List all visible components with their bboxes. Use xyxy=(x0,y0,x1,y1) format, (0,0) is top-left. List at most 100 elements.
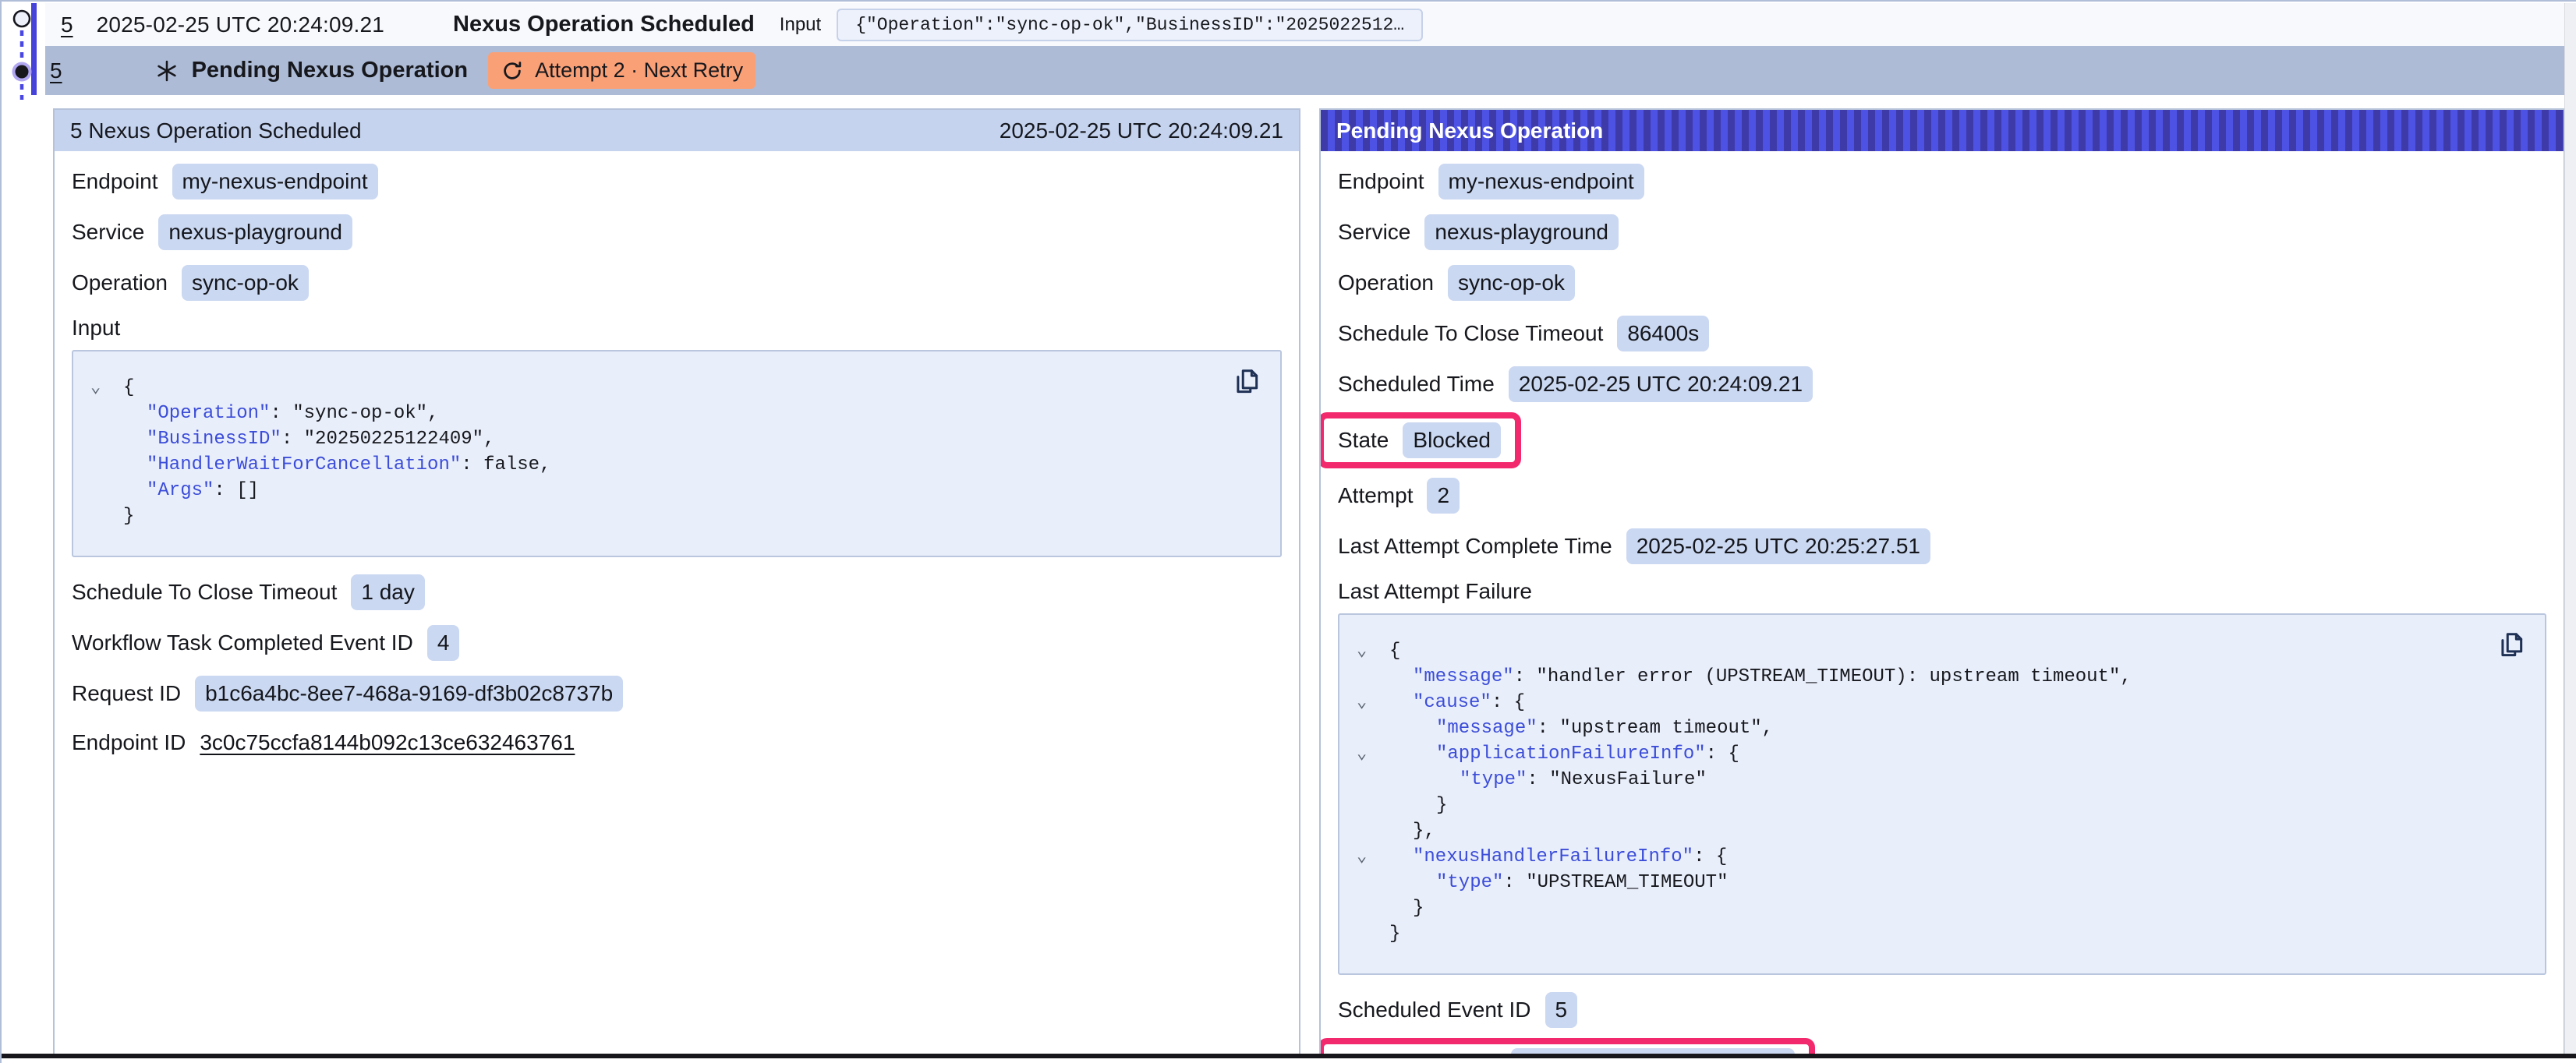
state-label: State xyxy=(1338,428,1389,453)
json-key: "type" xyxy=(1436,872,1503,893)
json-text: : [] xyxy=(214,480,259,501)
timeline-current-event-dot xyxy=(16,65,29,79)
json-key: "BusinessID" xyxy=(147,429,281,450)
last-attempt-complete-time-row: Last Attempt Complete Time2025-02-25 UTC… xyxy=(1338,528,1930,564)
scheduled-event-id-label: Scheduled Event ID xyxy=(1338,998,1531,1022)
workflow-task-completed-event-id-label: Workflow Task Completed Event ID xyxy=(72,630,413,655)
schedule-to-close-timeout-value: 86400s xyxy=(1617,316,1709,351)
code-line: "Operation": "sync-op-ok", xyxy=(73,401,1257,426)
json-key: "cause" xyxy=(1413,692,1491,713)
json-text: : { xyxy=(1706,743,1739,765)
schedule-to-close-timeout-row: Schedule To Close Timeout 86400s xyxy=(1338,316,1709,351)
json-key: "applicationFailureInfo" xyxy=(1436,743,1706,765)
event-id-link[interactable]: 5 xyxy=(61,12,73,37)
code-line: ⌄{ xyxy=(73,375,1257,401)
temporal-event-history-view: 5 2025-02-25 UTC 20:24:09.21 Nexus Opera… xyxy=(0,0,2576,1063)
scheduled-event-id-row: Scheduled Event ID 5 xyxy=(1338,992,1577,1028)
last-attempt-complete-time-value: 2025-02-25 UTC 20:25:27.51 xyxy=(1626,528,1930,564)
code-line: ⌄{ xyxy=(1339,638,2521,664)
json-text: : "sync-op-ok", xyxy=(270,403,438,424)
json-text: : "handler error (UPSTREAM_TIMEOUT): ups… xyxy=(1514,666,2132,687)
json-key: "HandlerWaitForCancellation" xyxy=(147,454,461,475)
json-text: : { xyxy=(1693,846,1727,867)
panel-body: Endpointmy-nexus-endpoint Service nexus-pl… xyxy=(55,151,1299,759)
last-attempt-failure-label: Last Attempt Failure xyxy=(1338,579,2546,604)
scheduled-time-row: Scheduled Time2025-02-25 UTC 20:24:09.21 xyxy=(1338,366,1813,402)
timeline-gutter xyxy=(2,2,45,157)
endpoint-id-label: Endpoint ID xyxy=(72,730,186,755)
input-label: Input xyxy=(72,316,1282,341)
timeline-active-bar xyxy=(31,3,37,95)
event-timestamp: 2025-02-25 UTC 20:24:09.21 xyxy=(97,12,384,37)
endpoint-id-value[interactable]: 3c0c75ccfa8144b092c13ce632463761 xyxy=(200,730,575,755)
collapse-chevron-icon[interactable]: ⌄ xyxy=(1357,741,1367,767)
operation-label: Operation xyxy=(72,270,168,295)
service-value: nexus-playground xyxy=(1424,214,1619,250)
window-bottom-edge xyxy=(2,1054,2576,1058)
request-id-label: Request ID xyxy=(72,681,181,706)
code-line: } xyxy=(1339,895,2521,921)
code-line: "BusinessID": "20250225122409", xyxy=(73,426,1257,452)
json-text: : "NexusFailure" xyxy=(1527,769,1706,790)
operation-value: sync-op-ok xyxy=(1448,265,1575,301)
service-value: nexus-playground xyxy=(158,214,352,250)
service-label: Service xyxy=(72,220,144,245)
json-text: } xyxy=(1389,924,1400,945)
operation-row: Operationsync-op-ok xyxy=(72,265,309,301)
json-text: { xyxy=(1389,641,1400,662)
failure-code-block: ⌄{"message": "handler error (UPSTREAM_TI… xyxy=(1338,613,2546,975)
code-line: "message": "handler error (UPSTREAM_TIME… xyxy=(1339,664,2521,690)
code-line: "type": "NexusFailure" xyxy=(1339,767,2521,793)
blocked-reason-row-highlighted: Blocked ReasonThe circuit breaker is ope… xyxy=(1319,1038,1815,1055)
request-id-value: b1c6a4bc-8ee7-468a-9169-df3b02c8737b xyxy=(195,676,623,712)
json-text: } xyxy=(123,506,134,527)
event-detail-panel-scheduled: 5 Nexus Operation Scheduled 2025-02-25 U… xyxy=(53,108,1300,1055)
json-text: { xyxy=(123,377,134,398)
code-line: "type": "UPSTREAM_TIMEOUT" xyxy=(1339,870,2521,895)
endpoint-label: Endpoint xyxy=(72,169,158,194)
scheduled-time-label: Scheduled Time xyxy=(1338,372,1495,397)
attempt-row: Attempt2 xyxy=(1338,478,1460,514)
json-text: : "20250225122409", xyxy=(281,429,495,450)
collapse-chevron-icon[interactable]: ⌄ xyxy=(1357,690,1367,715)
event-id-link[interactable]: 5 xyxy=(50,58,62,83)
vertical-scrollbar[interactable] xyxy=(2564,3,2576,1055)
schedule-to-close-timeout-value: 1 day xyxy=(351,574,425,610)
event-row-scheduled[interactable]: 5 2025-02-25 UTC 20:24:09.21 Nexus Opera… xyxy=(45,3,2565,46)
request-id-row: Request ID b1c6a4bc-8ee7-468a-9169-df3b02… xyxy=(72,676,623,712)
endpoint-row: Endpointmy-nexus-endpoint xyxy=(72,164,378,200)
code-line: "HandlerWaitForCancellation": false, xyxy=(73,452,1257,478)
json-text: : { xyxy=(1491,692,1525,713)
code-line: } xyxy=(1339,921,2521,947)
code-line: } xyxy=(73,503,1257,529)
schedule-to-close-timeout-label: Schedule To Close Timeout xyxy=(72,580,337,605)
schedule-to-close-timeout-label: Schedule To Close Timeout xyxy=(1338,321,1603,346)
scheduled-event-id-value: 5 xyxy=(1545,992,1578,1028)
panel-header: Pending Nexus Operation xyxy=(1321,110,2564,151)
panel-header-title: Pending Nexus Operation xyxy=(1336,118,1603,143)
json-text: }, xyxy=(1413,821,1435,842)
schedule-to-close-timeout-row: Schedule To Close Timeout 1 day xyxy=(72,574,425,610)
collapse-chevron-icon[interactable]: ⌄ xyxy=(1357,844,1367,870)
json-text: } xyxy=(1436,795,1447,816)
input-inline-label: Input xyxy=(780,14,821,36)
service-row: Service nexus-playground xyxy=(72,214,352,250)
event-detail-panel-pending: Pending Nexus Operation Endpointmy-nexus… xyxy=(1319,108,2565,1055)
code-line: } xyxy=(1339,793,2521,818)
event-title: Pending Nexus Operation xyxy=(192,58,469,83)
collapse-chevron-icon[interactable]: ⌄ xyxy=(90,375,101,401)
collapse-chevron-icon[interactable]: ⌄ xyxy=(1357,638,1367,664)
retry-icon xyxy=(501,59,524,83)
code-line: "message": "upstream timeout", xyxy=(1339,715,2521,741)
workflow-task-completed-event-id-value: 4 xyxy=(427,625,460,661)
attempt-label: Attempt xyxy=(1338,483,1413,508)
panel-body: Endpointmy-nexus-endpointServicenexus-pl… xyxy=(1321,151,2564,1055)
pending-asterisk-icon xyxy=(154,58,179,83)
json-key: "message" xyxy=(1413,666,1514,687)
code-line: ⌄"nexusHandlerFailureInfo": { xyxy=(1339,844,2521,870)
json-text: : false, xyxy=(461,454,550,475)
event-row-pending[interactable]: 5 Pending Nexus Operation Attempt 2 · Ne… xyxy=(45,46,2565,95)
state-row-highlighted: StateBlocked xyxy=(1319,412,1521,468)
timeline-open-event-icon xyxy=(14,11,30,26)
operation-row: Operationsync-op-ok xyxy=(1338,265,1575,301)
